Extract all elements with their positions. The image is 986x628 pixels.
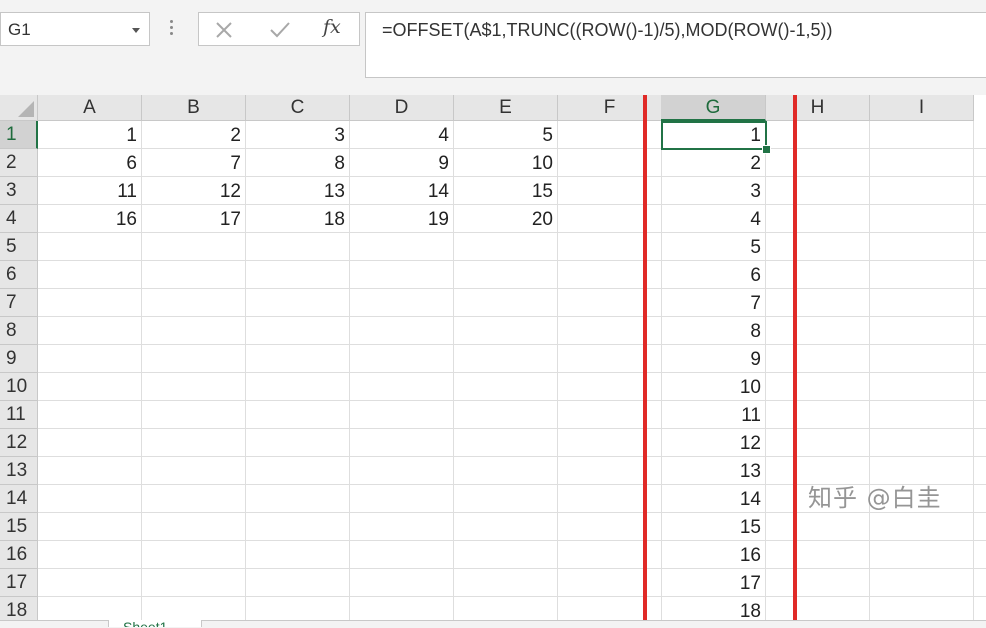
column-header-i[interactable]: I — [870, 95, 974, 121]
cell-b3[interactable]: 12 — [142, 177, 246, 205]
column-header-d[interactable]: D — [350, 95, 454, 121]
row-header-3[interactable]: 3 — [0, 177, 38, 205]
cell-b1[interactable]: 2 — [142, 121, 246, 149]
row-gridline — [38, 316, 986, 317]
row-header-15[interactable]: 15 — [0, 513, 38, 541]
formula-text[interactable]: =OFFSET(A$1,TRUNC((ROW()-1)/5),MOD(ROW()… — [382, 20, 832, 41]
enter-button[interactable] — [254, 13, 304, 45]
row-header-14[interactable]: 14 — [0, 485, 38, 513]
column-gridline — [973, 121, 974, 627]
row-gridline — [38, 344, 986, 345]
cell-d2[interactable]: 9 — [350, 149, 454, 177]
row-gridline — [38, 540, 986, 541]
chevron-down-icon[interactable] — [132, 28, 140, 33]
close-icon — [216, 22, 232, 38]
row-header-13[interactable]: 13 — [0, 457, 38, 485]
cell-a3[interactable]: 11 — [38, 177, 142, 205]
cell-e1[interactable]: 5 — [454, 121, 558, 149]
row-header-9[interactable]: 9 — [0, 345, 38, 373]
insert-function-button[interactable]: fx — [323, 16, 341, 38]
cell-e4[interactable]: 20 — [454, 205, 558, 233]
row-header-11[interactable]: 11 — [0, 401, 38, 429]
cell-e2[interactable]: 10 — [454, 149, 558, 177]
row-header-4[interactable]: 4 — [0, 205, 38, 233]
row-gridline — [38, 288, 986, 289]
cell-e3[interactable]: 15 — [454, 177, 558, 205]
row-header-10[interactable]: 10 — [0, 373, 38, 401]
row-gridline — [38, 400, 986, 401]
row-gridline — [38, 428, 986, 429]
worksheet-grid[interactable]: A B C D E F G H I 1 2 3 4 5 6 7 8 9 10 11 12 13 14 15 16 17 18 1 6 11… — [0, 95, 986, 627]
row-header-1[interactable]: 1 — [0, 121, 38, 149]
row-gridline — [38, 568, 986, 569]
formula-bar-area: G1 fx =OFFSET(A$1,TRUNC((ROW()-1)/5),MOD… — [0, 0, 986, 95]
column-header-c[interactable]: C — [246, 95, 350, 121]
row-gridline — [38, 456, 986, 457]
sheet-tab-label[interactable]: Sheet1 — [123, 620, 167, 627]
row-gridline — [38, 596, 986, 597]
cell-d1[interactable]: 4 — [350, 121, 454, 149]
name-box[interactable]: G1 — [0, 12, 150, 46]
row-header-5[interactable]: 5 — [0, 233, 38, 261]
cell-b2[interactable]: 7 — [142, 149, 246, 177]
formula-buttons: fx — [198, 12, 360, 46]
cell-a1[interactable]: 1 — [38, 121, 142, 149]
cell-a2[interactable]: 6 — [38, 149, 142, 177]
select-all-button[interactable] — [0, 95, 38, 121]
formula-input[interactable]: =OFFSET(A$1,TRUNC((ROW()-1)/5),MOD(ROW()… — [365, 12, 986, 78]
name-box-value[interactable]: G1 — [8, 20, 31, 40]
row-gridline — [38, 372, 986, 373]
cell-c1[interactable]: 3 — [246, 121, 350, 149]
row-header-6[interactable]: 6 — [0, 261, 38, 289]
row-header-7[interactable]: 7 — [0, 289, 38, 317]
drag-handle-icon[interactable] — [170, 20, 174, 38]
row-header-2[interactable]: 2 — [0, 149, 38, 177]
cancel-button[interactable] — [199, 13, 249, 45]
cell-d4[interactable]: 19 — [350, 205, 454, 233]
column-header-a[interactable]: A — [38, 95, 142, 121]
cell-c4[interactable]: 18 — [246, 205, 350, 233]
cell-c3[interactable]: 13 — [246, 177, 350, 205]
row-gridline — [38, 260, 986, 261]
row-header-16[interactable]: 16 — [0, 541, 38, 569]
cell-c2[interactable]: 8 — [246, 149, 350, 177]
column-header-e[interactable]: E — [454, 95, 558, 121]
watermark: 知乎 @白圭 — [808, 484, 942, 512]
column-header-b[interactable]: B — [142, 95, 246, 121]
sheet-tab[interactable]: Sheet1 — [108, 620, 202, 627]
row-header-17[interactable]: 17 — [0, 569, 38, 597]
column-gridline — [869, 121, 870, 627]
cell-d3[interactable]: 14 — [350, 177, 454, 205]
check-icon — [270, 22, 290, 38]
select-all-icon — [18, 101, 34, 117]
row-header-12[interactable]: 12 — [0, 429, 38, 457]
row-header-8[interactable]: 8 — [0, 317, 38, 345]
highlight-box — [643, 95, 797, 626]
cell-b4[interactable]: 17 — [142, 205, 246, 233]
cell-a4[interactable]: 16 — [38, 205, 142, 233]
